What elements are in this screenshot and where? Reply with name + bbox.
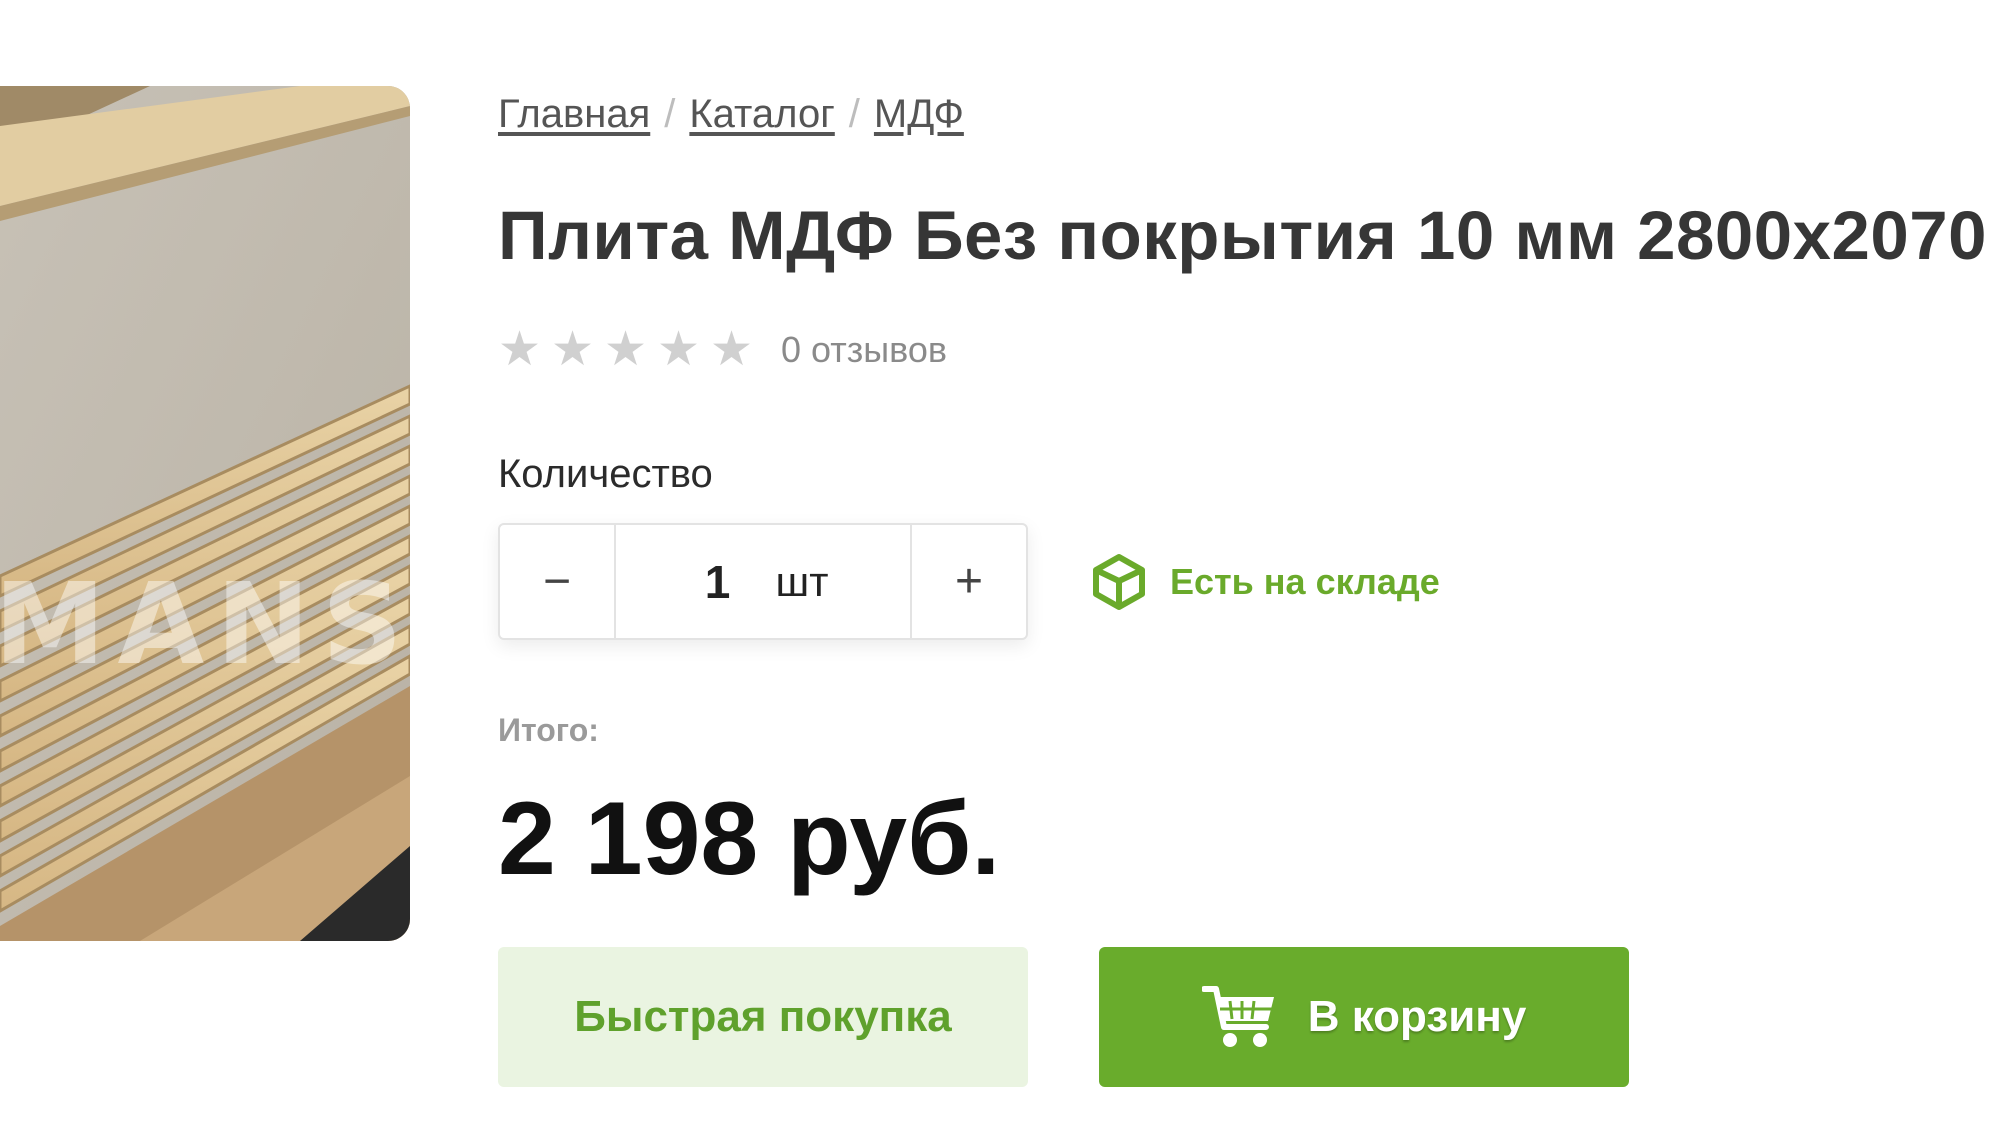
- add-to-cart-button[interactable]: В корзину: [1099, 947, 1629, 1087]
- breadcrumb-catalog[interactable]: Каталог: [689, 92, 834, 136]
- total-price: 2 198 руб.: [498, 781, 1001, 897]
- increase-quantity-button[interactable]: +: [910, 525, 1026, 638]
- star-icon[interactable]: ★: [657, 326, 700, 374]
- breadcrumb-home[interactable]: Главная: [498, 92, 650, 136]
- rating-stars[interactable]: ★ ★ ★ ★ ★: [498, 326, 753, 374]
- total-label: Итого:: [498, 712, 599, 748]
- product-title: Плита МДФ Без покрытия 10 мм 2800х2070: [498, 197, 1988, 274]
- star-icon[interactable]: ★: [604, 326, 647, 374]
- product-info: Главная / Каталог / МДФ Плита МДФ Без покрыт…: [498, 0, 2000, 1125]
- breadcrumb-separator: /: [848, 92, 860, 136]
- stock-status: Есть на складе: [1090, 553, 1440, 611]
- stock-status-text: Есть на складе: [1170, 561, 1440, 602]
- star-icon[interactable]: ★: [498, 326, 541, 374]
- watermark-text: MANS: [0, 560, 410, 690]
- decrease-quantity-button[interactable]: −: [500, 525, 616, 638]
- product-page: MANS Главная / Каталог / МДФ Плита МДФ Без п…: [0, 0, 2000, 1125]
- product-image[interactable]: MANS: [0, 86, 410, 941]
- add-to-cart-label: В корзину: [1307, 992, 1527, 1041]
- quick-buy-button[interactable]: Быстрая покупка: [498, 947, 1028, 1087]
- quantity-unit: шт: [775, 557, 829, 605]
- star-icon[interactable]: ★: [551, 326, 594, 374]
- breadcrumb-mdf[interactable]: МДФ: [874, 92, 964, 136]
- product-rating: ★ ★ ★ ★ ★ 0 отзывов: [498, 326, 947, 374]
- mdf-sheets-illustration: [0, 86, 410, 941]
- quantity-input[interactable]: [697, 554, 738, 609]
- quantity-label: Количество: [498, 452, 713, 496]
- reviews-link[interactable]: 0 отзывов: [781, 329, 947, 371]
- box-icon: [1093, 554, 1145, 610]
- quantity-field[interactable]: шт: [616, 525, 910, 638]
- quantity-stepper: − шт +: [498, 523, 1028, 640]
- breadcrumb-separator: /: [664, 92, 676, 136]
- cart-icon: [1201, 986, 1274, 1047]
- star-icon[interactable]: ★: [710, 326, 753, 374]
- breadcrumb: Главная / Каталог / МДФ: [498, 92, 964, 137]
